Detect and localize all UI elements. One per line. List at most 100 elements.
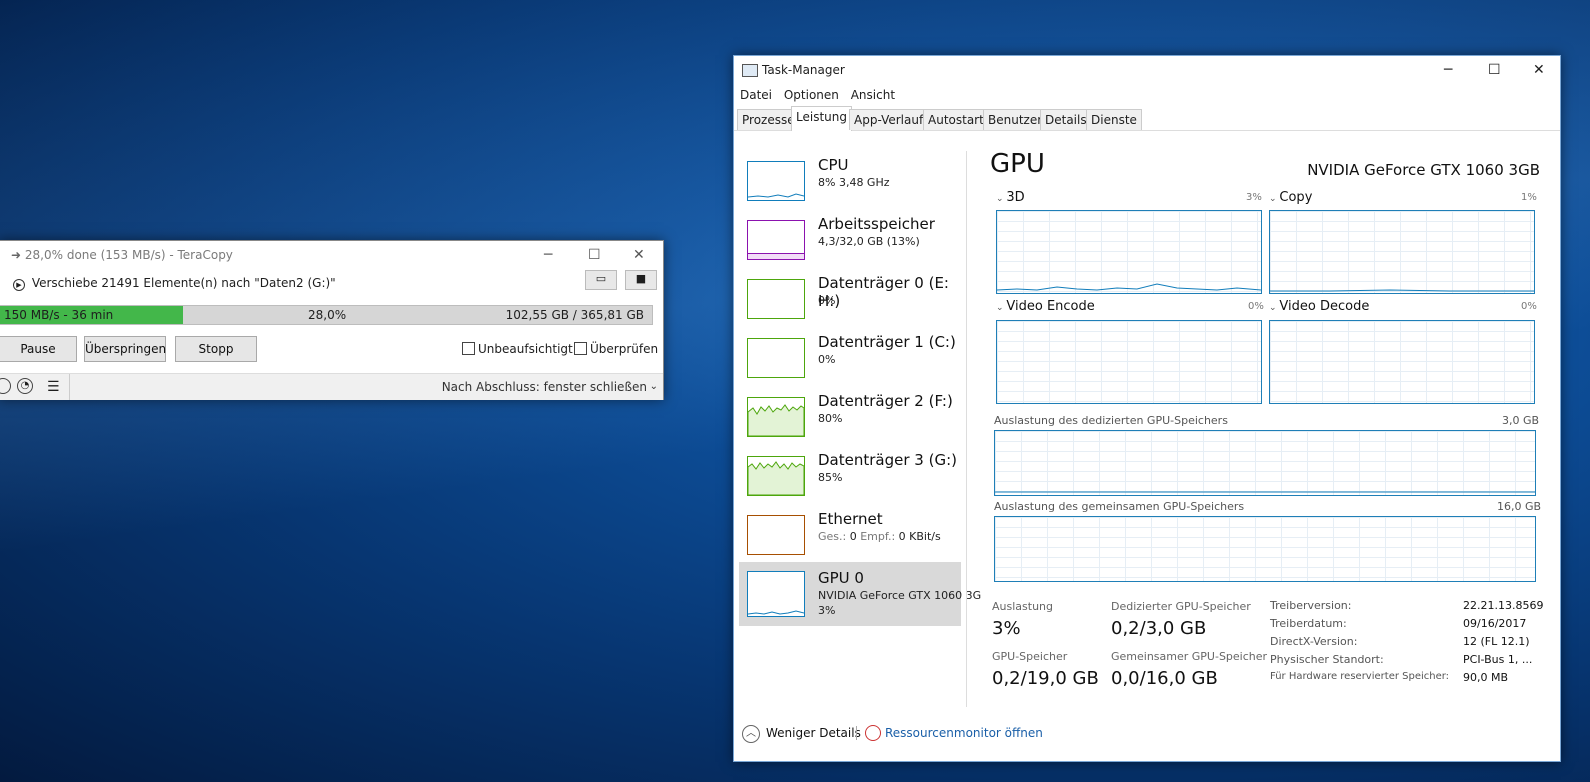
- progress-bar: 150 MB/s - 36 min 28,0% 102,55 GB / 365,…: [0, 305, 653, 325]
- footer-divider: [69, 374, 70, 400]
- close-button[interactable]: ✕: [633, 241, 645, 269]
- util-value: 3%: [992, 618, 1021, 639]
- engine-encode-label[interactable]: ⌄ Video Encode: [996, 299, 1095, 314]
- engine-3d-graph: [996, 210, 1262, 294]
- sidebar-item-disk3[interactable]: Datenträger 3 (G:) 85%: [739, 444, 961, 502]
- maximize-button[interactable]: ☐: [1488, 56, 1501, 84]
- gpumem-value: 0,2/19,0 GB: [992, 668, 1099, 689]
- minimize-button[interactable]: ─: [1444, 56, 1452, 84]
- perf-sidebar: CPU 8% 3,48 GHz Arbeitsspeicher 4,3/32,0…: [734, 149, 981, 709]
- chevron-down-icon: ⌄: [1269, 303, 1280, 313]
- sidebar-item-disk1[interactable]: Datenträger 1 (C:) 0%: [739, 326, 961, 384]
- sharedmem-value: 0,0/16,0 GB: [1111, 668, 1218, 689]
- sidebar-item-disk0[interactable]: Datenträger 0 (E: H:) 0%: [739, 267, 961, 325]
- engine-copy-graph: [1269, 210, 1535, 294]
- skip-button[interactable]: Überspringen: [84, 336, 166, 362]
- verify-checkbox[interactable]: Überprüfen: [574, 341, 658, 357]
- ded-value: 0,2/3,0 GB: [1111, 618, 1207, 639]
- info-value: 90,0 MB: [1463, 671, 1509, 684]
- info-key: DirectX-Version:: [1270, 635, 1358, 648]
- engine-decode-graph: [1269, 320, 1535, 404]
- sidebar-item-ethernet[interactable]: Ethernet Ges.: 0 Empf.: 0 KBit/s: [739, 503, 961, 561]
- info-key: Treiberversion:: [1270, 599, 1352, 612]
- tab-leistung[interactable]: Leistung: [791, 106, 852, 131]
- fewer-details-link[interactable]: Weniger Details: [766, 726, 861, 740]
- engine-copy-label[interactable]: ⌄ Copy: [1269, 190, 1312, 205]
- tm-titlebar: Task-Manager ─ ☐ ✕: [734, 56, 1560, 84]
- stop-button[interactable]: Stopp: [175, 336, 257, 362]
- engine-3d-label[interactable]: ⌄ 3D: [996, 190, 1025, 205]
- chevron-down-icon[interactable]: ⌄: [650, 374, 658, 400]
- sidebar-item-value2: 3%: [818, 604, 836, 617]
- minimize-button[interactable]: ─: [544, 241, 552, 269]
- engine-decode-label[interactable]: ⌄ Video Decode: [1269, 299, 1369, 314]
- ethernet-recv-value: 0 KBit/s: [898, 530, 941, 543]
- chevron-down-icon: ⌄: [1269, 194, 1280, 204]
- engine-decode-text: Video Decode: [1279, 299, 1370, 314]
- sidebar-item-value: Ges.: 0 Empf.: 0 KBit/s: [818, 530, 941, 543]
- disk0-thumbnail: [747, 279, 805, 319]
- teracopy-title: 28,0% done (153 MB/s) - TeraCopy: [24, 248, 233, 262]
- sidebar-item-value: 4,3/32,0 GB (13%): [818, 235, 920, 248]
- list-icon[interactable]: ☰: [47, 374, 60, 400]
- speed-time: 150 MB/s - 36 min: [4, 308, 114, 322]
- menu-datei[interactable]: Datei: [740, 88, 772, 102]
- layout-panel-button[interactable]: ▭: [585, 270, 617, 290]
- engine-3d-text: 3D: [1006, 190, 1025, 205]
- sidebar-item-cpu[interactable]: CPU 8% 3,48 GHz: [739, 149, 961, 207]
- sidebar-item-memory[interactable]: Arbeitsspeicher 4,3/32,0 GB (13%): [739, 208, 961, 266]
- gpu-thumbnail: [747, 571, 805, 617]
- memory-thumbnail: [747, 220, 805, 260]
- taskmanager-app-icon: [742, 64, 758, 77]
- tm-tabs: Prozesse Leistung App-Verlauf Autostart …: [734, 106, 1560, 131]
- sidebar-item-label: Datenträger 0 (E: H:): [818, 274, 949, 310]
- teracopy-titlebar: ➜ 28,0% done (153 MB/s) - TeraCopy ─ ☐ ✕: [0, 241, 663, 269]
- taskmanager-window: Task-Manager ─ ☐ ✕ Datei Optionen Ansich…: [733, 55, 1561, 762]
- engine-copy-pct: 1%: [1521, 192, 1537, 203]
- dedicated-mem-max: 3,0 GB: [1502, 414, 1540, 427]
- shared-mem-label: Auslastung des gemeinsamen GPU-Speichers: [994, 500, 1245, 513]
- sidebar-item-label: Ethernet: [818, 510, 883, 528]
- tab-details[interactable]: Details: [1040, 109, 1092, 130]
- gpu-model: NVIDIA GeForce GTX 1060 3GB: [1307, 161, 1540, 179]
- sidebar-item-disk2[interactable]: Datenträger 2 (F:) 80%: [739, 385, 961, 443]
- engine-decode-pct: 0%: [1521, 301, 1537, 312]
- sidebar-item-label: CPU: [818, 156, 849, 174]
- cpu-thumbnail: [747, 161, 805, 201]
- info-icon[interactable]: [0, 378, 11, 394]
- after-complete-dropdown[interactable]: Nach Abschluss: fenster schließen: [442, 374, 647, 400]
- sidebar-item-label: Arbeitsspeicher: [818, 215, 935, 233]
- pause-button[interactable]: Pause: [0, 336, 77, 362]
- tm-menubar: Datei Optionen Ansicht: [734, 84, 1560, 106]
- resource-monitor-link[interactable]: Ressourcenmonitor öffnen: [885, 726, 1043, 740]
- sidebar-item-value: 0%: [818, 294, 836, 307]
- verify-label: Überprüfen: [590, 342, 659, 356]
- menu-ansicht[interactable]: Ansicht: [851, 88, 895, 102]
- unattended-checkbox[interactable]: Unbeaufsichtigt: [462, 341, 573, 357]
- history-icon[interactable]: ◔: [17, 378, 33, 394]
- sidebar-item-label: Datenträger 3 (G:): [818, 451, 957, 469]
- close-button[interactable]: ✕: [1533, 56, 1545, 84]
- play-icon: ▶: [13, 279, 25, 291]
- tab-benutzer[interactable]: Benutzer: [983, 109, 1048, 130]
- tab-app-verlauf[interactable]: App-Verlauf: [849, 109, 929, 130]
- chevron-up-icon[interactable]: ︿: [742, 725, 760, 743]
- ethernet-thumbnail: [747, 515, 805, 555]
- info-key: Treiberdatum:: [1270, 617, 1347, 630]
- maximize-button[interactable]: ☐: [588, 241, 601, 269]
- teracopy-window: ➜ 28,0% done (153 MB/s) - TeraCopy ─ ☐ ✕…: [0, 240, 664, 400]
- tab-dienste[interactable]: Dienste: [1086, 109, 1142, 130]
- tab-autostart[interactable]: Autostart: [923, 109, 989, 130]
- engine-encode-text: Video Encode: [1006, 299, 1095, 314]
- teracopy-status-row: ▶ Verschiebe 21491 Elemente(n) nach "Dat…: [0, 269, 663, 297]
- tm-title: Task-Manager: [762, 63, 845, 77]
- ethernet-recv-label: Empf.:: [860, 530, 896, 543]
- dedicated-mem-label: Auslastung des dedizierten GPU-Speichers: [994, 414, 1228, 427]
- stop-square-button[interactable]: ■: [625, 270, 657, 290]
- teracopy-logo-icon: ➜: [11, 248, 22, 262]
- chevron-down-icon: ⌄: [996, 194, 1007, 204]
- gpu-heading: GPU: [990, 149, 1045, 179]
- menu-optionen[interactable]: Optionen: [784, 88, 839, 102]
- progress-size: 102,55 GB / 365,81 GB: [505, 308, 644, 322]
- sidebar-item-gpu[interactable]: GPU 0 NVIDIA GeForce GTX 1060 3G 3%: [739, 562, 981, 626]
